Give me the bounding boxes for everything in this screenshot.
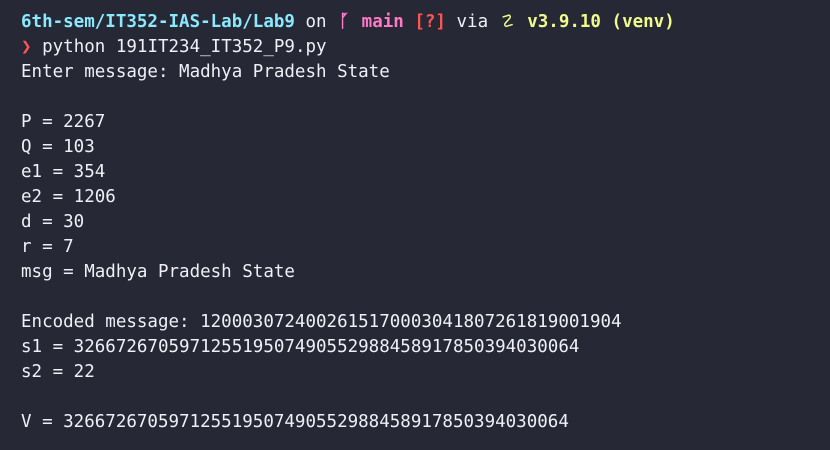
git-branch-icon: ᚵ (338, 12, 350, 32)
terminal-window: 6th-sem/IT352-IAS-Lab/Lab9 on ᚵ main [?]… (0, 0, 830, 450)
output-line-q: Q = 103 (21, 137, 95, 157)
git-status: [?] (414, 12, 446, 32)
prompt-arrow-icon: ❯ (21, 37, 32, 57)
output-line-msg: msg = Madhya Pradesh State (21, 262, 295, 282)
output-line-r: r = 7 (21, 237, 74, 257)
command-text: python 191IT234_IT352_P9.py (42, 37, 327, 57)
git-branch-name: main (361, 12, 404, 32)
via-label: via (456, 12, 489, 32)
output-line-d: d = 30 (21, 212, 85, 232)
output-line-e2: e2 = 1206 (21, 187, 116, 207)
output-line-blank (21, 385, 830, 410)
output-line-v: V = 326672670597125519507490552988458917… (21, 412, 569, 432)
python-version: v3.9.10 (527, 12, 601, 32)
output-line-s2: s2 = 22 (21, 362, 95, 382)
output-line-s1: s1 = 32667267059712551950749055298845891… (21, 337, 580, 357)
output-line-blank (21, 285, 830, 310)
on-label: on (305, 12, 327, 32)
output-line-encoded: Encoded message: 12000307240026151700030… (21, 312, 622, 332)
output-line-e1: e1 = 354 (21, 162, 106, 182)
output-line-input: Enter message: Madhya Pradesh State (21, 62, 390, 82)
venv-indicator: (venv) (611, 12, 675, 32)
output-line-blank (21, 85, 830, 110)
output-line-p: P = 2267 (21, 112, 106, 132)
prompt-line: 6th-sem/IT352-IAS-Lab/Lab9 on ᚵ main [?]… (21, 10, 830, 35)
command-line[interactable]: ❯ python 191IT234_IT352_P9.py (21, 35, 830, 60)
current-directory: 6th-sem/IT352-IAS-Lab/Lab9 (21, 12, 295, 32)
python-snake-icon: ☡ (502, 12, 513, 32)
